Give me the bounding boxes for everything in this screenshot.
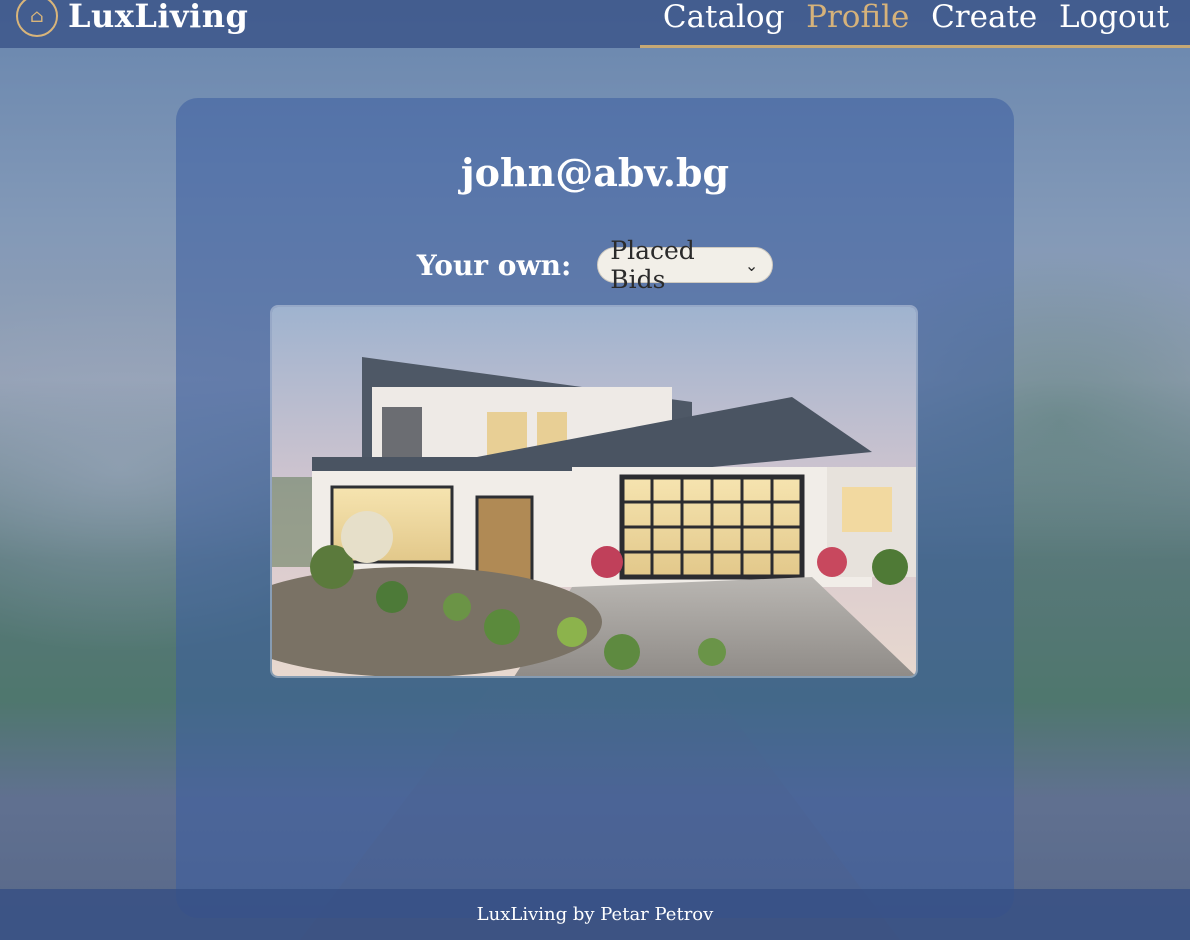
main-nav: Catalog Profile Create Logout	[640, 0, 1190, 48]
nav-profile[interactable]: Profile	[806, 2, 909, 33]
nav-create[interactable]: Create	[931, 2, 1037, 33]
brand-logo[interactable]: ⌂ LuxLiving	[16, 0, 248, 38]
top-navbar: ⌂ LuxLiving Catalog Profile Create Logou…	[0, 0, 1190, 48]
filter-select[interactable]: Placed Bids ⌄	[597, 236, 774, 294]
nav-logout[interactable]: Logout	[1059, 2, 1169, 33]
chevron-down-icon: ⌄	[744, 255, 759, 275]
footer-credit: LuxLiving by Petar Petrov	[476, 904, 714, 925]
page-footer: LuxLiving by Petar Petrov	[0, 889, 1190, 940]
brand-name: LuxLiving	[68, 0, 249, 35]
property-image[interactable]	[270, 305, 918, 678]
profile-filter: Your own: Placed Bids ⌄	[0, 236, 1190, 294]
profile-email: john@abv.bg	[460, 150, 730, 195]
nav-catalog[interactable]: Catalog	[663, 2, 785, 33]
filter-selected-value: Placed Bids	[610, 236, 695, 294]
house-icon: ⌂	[16, 0, 58, 37]
filter-label: Your own:	[416, 248, 572, 282]
